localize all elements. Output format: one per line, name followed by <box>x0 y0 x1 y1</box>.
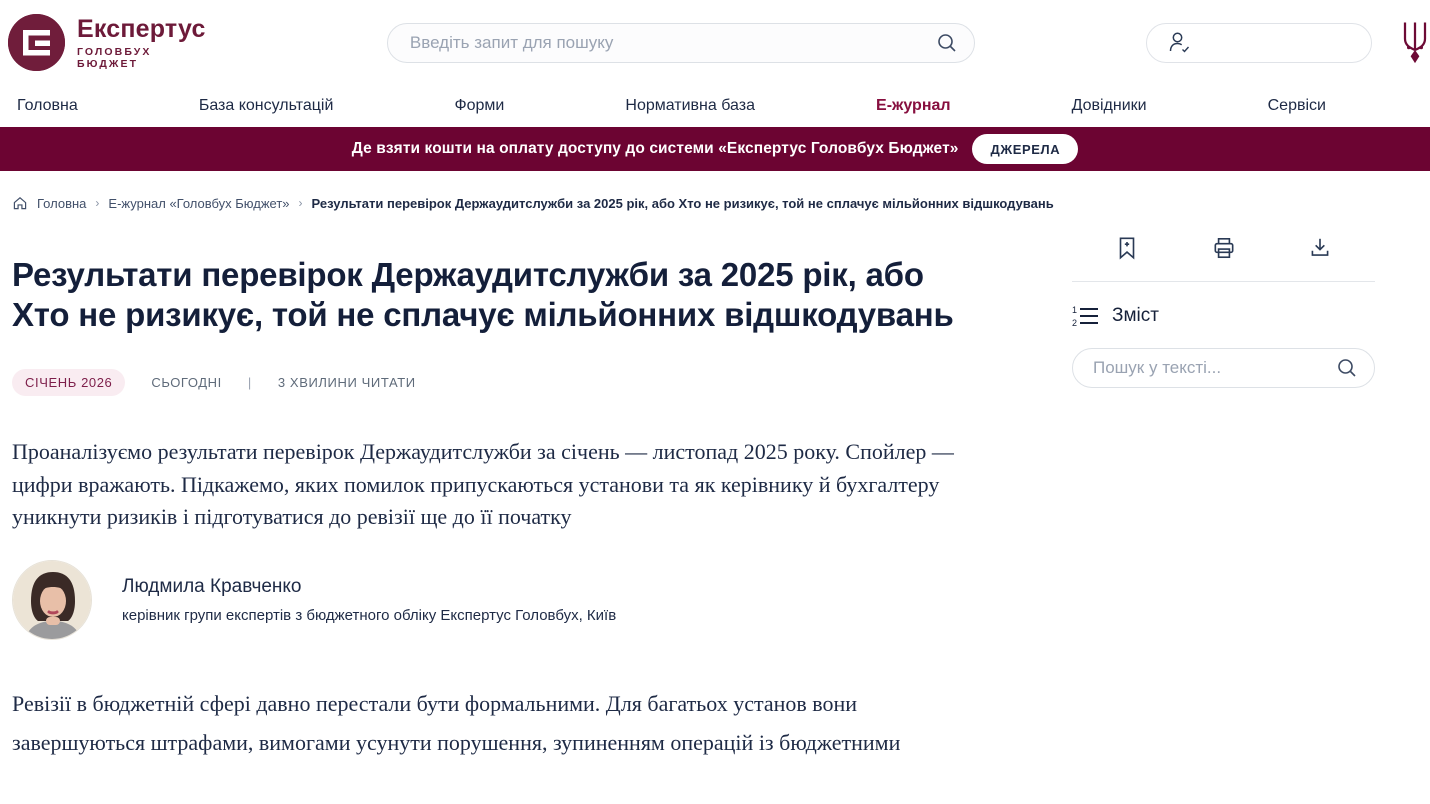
article-meta: СІЧЕНЬ 2026 СЬОГОДНІ | 3 ХВИЛИНИ ЧИТАТИ <box>12 369 960 396</box>
author-info: Людмила Кравченко керівник групи експерт… <box>122 576 616 624</box>
search-icon[interactable] <box>936 32 958 54</box>
toc-toggle[interactable]: 1 2 Зміст <box>1072 304 1375 328</box>
breadcrumb-home[interactable]: Головна <box>37 196 86 211</box>
site-search[interactable] <box>387 23 975 63</box>
nav-item-holovna[interactable]: Головна <box>17 97 78 115</box>
svg-text:2: 2 <box>1072 318 1077 328</box>
svg-text:1: 1 <box>1072 305 1077 315</box>
nav-item-e-zhurnal[interactable]: Е-журнал <box>876 97 951 115</box>
logo-icon <box>8 14 65 71</box>
breadcrumb-separator: › <box>95 196 99 210</box>
article-title: Результати перевірок Держаудитслужби за … <box>12 255 960 335</box>
sidebar-divider <box>1072 281 1375 282</box>
user-check-icon <box>1167 30 1193 56</box>
page: Експертус ГОЛОВБУХ БЮДЖЕТ <box>0 0 1430 804</box>
publish-date: СЬОГОДНІ <box>151 375 222 390</box>
text-search-input[interactable] <box>1093 358 1336 378</box>
breadcrumb-current: Результати перевірок Держаудитслужби за … <box>312 196 1054 211</box>
nav-item-servisy[interactable]: Сервіси <box>1268 97 1326 115</box>
breadcrumb-separator: › <box>299 196 303 210</box>
banner-text: Де взяти кошти на оплату доступу до сист… <box>352 140 959 158</box>
text-search[interactable] <box>1072 348 1375 388</box>
logo-text: Експертус ГОЛОВБУХ БЮДЖЕТ <box>77 15 207 70</box>
article-body: Ревізії в бюджетній сфері давно перестал… <box>12 684 957 762</box>
article-actions <box>1072 235 1375 261</box>
issue-badge[interactable]: СІЧЕНЬ 2026 <box>12 369 125 396</box>
search-input[interactable] <box>410 33 936 53</box>
home-icon[interactable] <box>12 195 28 211</box>
brand-name: Експертус <box>77 15 207 44</box>
breadcrumb-ezhurnal[interactable]: Е-журнал «Головбух Бюджет» <box>108 196 289 211</box>
brand-subtitle: ГОЛОВБУХ БЮДЖЕТ <box>77 46 207 70</box>
numbered-list-icon: 1 2 <box>1072 304 1100 328</box>
main-content: Результати перевірок Держаудитслужби за … <box>0 211 1430 762</box>
nav-item-normatyvna-baza[interactable]: Нормативна база <box>625 97 755 115</box>
nav-item-baza-konsultatsii[interactable]: База консультацій <box>199 97 334 115</box>
text-search-icon[interactable] <box>1336 357 1358 379</box>
read-time: 3 ХВИЛИНИ ЧИТАТИ <box>278 375 416 390</box>
trident-icon[interactable] <box>1400 20 1430 65</box>
article-lead: Проаналізуємо результати перевірок Держа… <box>12 436 957 534</box>
toc-label[interactable]: Зміст <box>1112 305 1159 327</box>
bookmark-add-icon[interactable] <box>1114 235 1140 261</box>
author-role: керівник групи експертів з бюджетного об… <box>122 607 616 624</box>
author-block: Людмила Кравченко керівник групи експерт… <box>12 560 960 640</box>
banner-sources-button[interactable]: ДЖЕРЕЛА <box>972 134 1078 164</box>
meta-separator: | <box>248 375 252 390</box>
account-button[interactable] <box>1146 23 1372 63</box>
article: Результати перевірок Держаудитслужби за … <box>12 211 960 762</box>
download-icon[interactable] <box>1307 235 1333 261</box>
print-icon[interactable] <box>1211 235 1237 261</box>
breadcrumb: Головна › Е-журнал «Головбух Бюджет» › Р… <box>12 195 1430 211</box>
main-nav: Головна База консультацій Форми Норматив… <box>0 85 1430 127</box>
promo-banner: Де взяти кошти на оплату доступу до сист… <box>0 127 1430 171</box>
nav-item-dovidnyky[interactable]: Довідники <box>1072 97 1147 115</box>
article-sidebar: 1 2 Зміст <box>1072 211 1375 388</box>
author-name[interactable]: Людмила Кравченко <box>122 576 616 598</box>
author-avatar <box>12 560 92 640</box>
nav-item-formy[interactable]: Форми <box>454 97 504 115</box>
site-header: Експертус ГОЛОВБУХ БЮДЖЕТ <box>0 0 1430 85</box>
site-logo[interactable]: Експертус ГОЛОВБУХ БЮДЖЕТ <box>8 14 207 71</box>
